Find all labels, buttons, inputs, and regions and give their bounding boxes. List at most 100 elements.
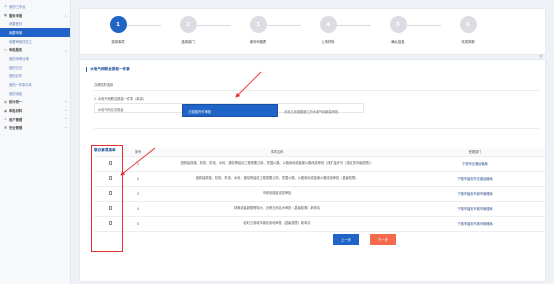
sidebar-item-label: 我的待审清单 [9, 56, 29, 61]
option-selected[interactable]: 占道路许可审批 [182, 104, 278, 117]
table-row: 4 特殊或者超限等特大、迁移古树名木审批（县级权限）新申请 宁德市福安市城市管理… [94, 201, 545, 217]
previous-step-button[interactable]: 上一步 [333, 234, 359, 245]
table-header-row: 序号 事项名称 受理部门 [94, 148, 545, 157]
step-label: 选择部门 [181, 40, 195, 44]
row-checkbox[interactable] [108, 161, 113, 165]
step-confirm-info: 5 确认信息 [368, 16, 428, 44]
table-header-index: 序号 [127, 148, 149, 157]
sidebar-group-users[interactable]: ♙ 用户管理 ﹀ [0, 115, 70, 124]
divider [94, 90, 539, 91]
row-item-name: 特殊或者超限等特大、迁移古树名木审批（县级权限）新申请 [149, 201, 405, 217]
table-row: 3 市政设施建设类审批 宁德市福安市城市管理局 [94, 186, 545, 202]
sidebar-group-statistics[interactable]: ▤ 统计统一 ﹀ [0, 98, 70, 107]
row-dept: 宁德市交通运输局 [405, 156, 545, 172]
next-step-button[interactable]: 下一步 [370, 234, 396, 245]
step-number: 5 [389, 16, 407, 33]
sidebar-item-label: 我要审核任务工 [9, 39, 33, 44]
row-dept: 宁德市福安市城市管理局 [405, 201, 545, 217]
sidebar-item-review-tasks[interactable]: 我要审核任务工 [0, 37, 70, 46]
sidebar-item-messages[interactable]: 我的消息 [0, 89, 70, 98]
step-number: 6 [459, 16, 477, 33]
section-title-text: 水电气网联合报装一件事 [90, 67, 130, 71]
step-number: 3 [249, 16, 267, 33]
shield-icon: ⛨ [4, 125, 7, 130]
table-header-dept: 受理部门 [405, 148, 545, 157]
table-row: 5 临时占用城市绿化用地审批（县级权限）新申请 宁德市福安市城市管理局 [94, 216, 545, 232]
row-checkbox[interactable] [108, 221, 113, 225]
section-title: 水电气网联合报装一件事 [86, 67, 130, 72]
sidebar-group-service-declaration[interactable]: ▦ 服务申报 ︿ [0, 11, 70, 20]
row-checkbox[interactable] [108, 191, 113, 195]
sidebar-item-label: 我的工作台 [9, 4, 26, 9]
step-upload-materials: 4 上传材料 [298, 16, 358, 44]
sidebar-group-label: 安全管理 [9, 126, 23, 131]
sidebar-item-label: 我的办件 [9, 74, 23, 79]
sidebar-item-one-thing-cases[interactable]: 我的一件事办件 [0, 80, 70, 89]
sidebar-item-pending-list[interactable]: 我的待审清单 [0, 54, 70, 63]
grid-icon: ▦ [3, 13, 8, 18]
sidebar-item-label: 我的一件事办件 [9, 83, 33, 88]
user-icon: ♙ [4, 117, 7, 122]
row-dept: 宁德市福安市城市管理局 [405, 216, 545, 232]
sidebar-group-security[interactable]: ⛨ 安全管理 ﹀ [0, 124, 70, 133]
table-row: 2 因修建铁路、机场、供电、水利、通信等建设工程需要占用、挖掘公路、公路用地或者… [94, 171, 545, 187]
step-label: 填写申报表 [249, 40, 267, 44]
step-fill-form: 3 填写申报表 [228, 16, 288, 44]
chevron-down-icon: ﹀ [64, 109, 67, 113]
row-item-name: 因修建铁路、机场、供电、水利、通信等建设工程需要占用、挖掘公路、公路用地或者使公… [149, 156, 405, 172]
step-label: 选择事项 [111, 40, 125, 44]
home-icon: ⌂ [4, 4, 7, 9]
table-title: 联办事项清单 [94, 148, 116, 152]
content-card: 水电气网联合报装一件事 办理情形选择 1. 水电气网联合报装一件事（单选） 水电… [79, 59, 546, 282]
main-area: 1 选择事项 2 选择部门 3 填写申报表 4 上传材料 5 确认信息 6 完成… [71, 0, 554, 284]
row-index: 1 [127, 156, 149, 172]
briefcase-icon: ▭ [3, 47, 8, 52]
app-root: ⌂ 我的工作台 ▦ 服务申报 ︿ 我要登记 我要申报 我要审核任务工 ▭ 审批服… [0, 0, 554, 284]
chart-icon: ▤ [3, 99, 8, 104]
sidebar-group-approval-service[interactable]: ▭ 审批服务 ︿ [0, 45, 70, 54]
joint-items-table: 序号 事项名称 受理部门 1 因修建铁路、机场、供电、水利、通信等建设工程需要占… [94, 148, 545, 232]
sidebar-group-materials[interactable]: ▣ 审批材料 ﹀ [0, 106, 70, 115]
sidebar-item-label: 我的已办 [9, 65, 23, 70]
table-header-name: 事项名称 [149, 148, 405, 157]
sidebar-item-my-cases[interactable]: 我的办件 [0, 72, 70, 81]
chevron-down-icon: ﹀ [64, 118, 67, 122]
option-other[interactable]: 涉及占用道路施工的水电气网报装审批 [284, 109, 338, 114]
divider [94, 128, 539, 129]
step-number: 4 [319, 16, 337, 33]
sidebar-item-register[interactable]: 我要登记 [0, 19, 70, 28]
row-item-name: 市政设施建设类审批 [149, 186, 405, 202]
sidebar-group-label: 审批材料 [9, 109, 23, 114]
step-number: 2 [179, 16, 197, 33]
sidebar-group-label: 服务申报 [9, 13, 23, 18]
row-item-name: 因修建铁路、机场、供电、水利、通信等建设工程需要占用、挖掘公路、公路用地或者使公… [149, 171, 405, 187]
row-dept: 宁德市福安市城市管理局 [405, 186, 545, 202]
sidebar-item-label: 我要登记 [9, 22, 23, 27]
table-row: 1 因修建铁路、机场、供电、水利、通信等建设工程需要占用、挖掘公路、公路用地或者… [94, 156, 545, 172]
sidebar-item-home[interactable]: ⌂ 我的工作台 [0, 2, 70, 11]
chevron-down-icon: ﹀ [64, 100, 67, 104]
folder-icon: ▣ [3, 108, 8, 113]
step-label: 完成申报 [461, 40, 475, 44]
row-index: 2 [127, 171, 149, 187]
sidebar-item-declare[interactable]: 我要申报 [0, 28, 70, 37]
sidebar-item-label: 我的消息 [9, 91, 23, 96]
sidebar-group-label: 审批服务 [9, 48, 23, 53]
sidebar: ⌂ 我的工作台 ▦ 服务申报 ︿ 我要登记 我要申报 我要审核任务工 ▭ 审批服… [0, 0, 71, 284]
row-index: 4 [127, 201, 149, 217]
step-label: 确认信息 [391, 40, 405, 44]
row-checkbox[interactable] [108, 176, 113, 180]
row-index: 3 [127, 186, 149, 202]
sidebar-group-label: 用户管理 [9, 117, 23, 122]
step-select-department: 2 选择部门 [158, 16, 218, 44]
title-accent-bar [86, 67, 88, 72]
row-checkbox[interactable] [108, 206, 113, 210]
chevron-up-icon: ︿ [64, 48, 67, 52]
question-label: 1. 水电气网联合报装一件事（单选） [94, 97, 146, 101]
sidebar-item-label: 我要申报 [9, 30, 23, 35]
row-index: 5 [127, 216, 149, 232]
step-complete: 6 完成申报 [438, 16, 498, 44]
option-row-label: 水电气网业务报装 [98, 108, 124, 112]
step-select-item: 1 选择事项 [88, 16, 148, 44]
sidebar-item-done[interactable]: 我的已办 [0, 63, 70, 72]
